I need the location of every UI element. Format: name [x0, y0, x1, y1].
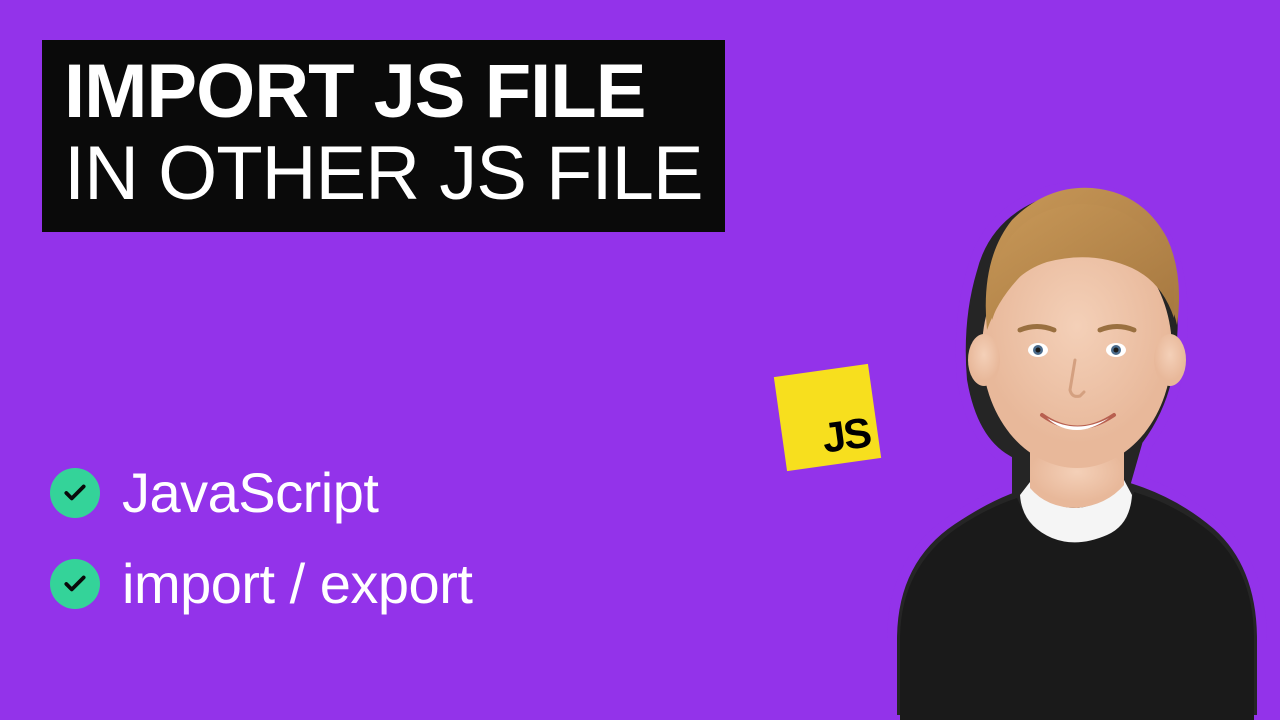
title-line-2: IN OTHER JS FILE	[64, 134, 703, 214]
title-line-1: IMPORT JS FILE	[64, 54, 703, 130]
check-icon	[50, 468, 100, 518]
presenter-photo	[832, 80, 1272, 720]
bullet-label: import / export	[122, 551, 472, 616]
check-icon	[50, 559, 100, 609]
bullet-list: JavaScript import / export	[50, 460, 472, 642]
bullet-label: JavaScript	[122, 460, 378, 525]
bullet-item: import / export	[50, 551, 472, 616]
title-block: IMPORT JS FILE IN OTHER JS FILE	[42, 40, 725, 232]
bullet-item: JavaScript	[50, 460, 472, 525]
person-icon	[832, 80, 1272, 720]
